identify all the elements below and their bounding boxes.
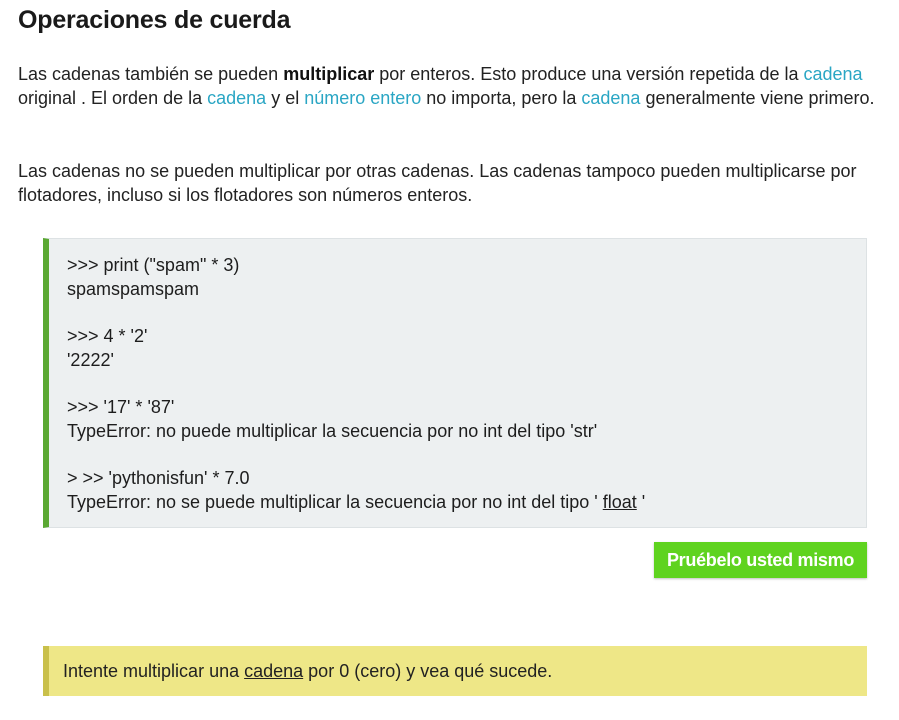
page-title: Operaciones de cuerda (18, 6, 291, 34)
code-line-str-times-str: >>> '17' * '87' (67, 397, 175, 417)
code-line-int-times-str: >>> 4 * '2' (67, 326, 148, 346)
hint-prefix: Intente multiplicar una (63, 661, 245, 681)
intro-bold-multiplicar: multiplicar (283, 64, 375, 84)
code-output-typeerror-float: TypeError: no se puede multiplicar la se… (67, 490, 645, 514)
hint-suffix: por 0 (cero) y vea qué sucede. (303, 661, 553, 681)
hint-text: Intente multiplicar una cadena por 0 (ce… (63, 659, 552, 683)
intro-text-5: no importa, pero la (421, 88, 582, 108)
lesson-page: Operaciones de cuerda Las cadenas tambié… (0, 0, 899, 720)
intro-text-1: Las cadenas también se pueden (18, 64, 284, 84)
typeerror-float-suffix: ' (636, 492, 646, 512)
intro-paragraph: Las cadenas también se pueden multiplica… (18, 62, 888, 110)
link-float[interactable]: float (603, 492, 637, 512)
try-it-yourself-button[interactable]: Pruébelo usted mismo (654, 542, 867, 578)
code-output-spam: spamspamspam (67, 279, 200, 299)
code-line-print: >>> print ("spam" * 3) (67, 255, 240, 275)
second-paragraph: Las cadenas no se pueden multiplicar por… (18, 161, 857, 205)
code-example-block: >>> print ("spam" * 3) spamspamspam >>> … (43, 238, 867, 528)
code-line-str-times-float: > >> 'pythonisfun' * 7.0 (67, 468, 250, 488)
hint-callout: Intente multiplicar una cadena por 0 (ce… (43, 646, 867, 696)
intro-text-2: por enteros. Esto produce una versión re… (374, 64, 804, 84)
intro-text-4: y el (266, 88, 305, 108)
link-cadena-2[interactable]: cadena (207, 88, 266, 108)
link-cadena-hint[interactable]: cadena (244, 661, 303, 681)
code-output-typeerror-str: TypeError: no puede multiplicar la secue… (67, 421, 598, 441)
intro-text-3: original . El orden de la (18, 88, 208, 108)
intro-text-6: generalmente viene primero. (640, 88, 875, 108)
link-cadena-3[interactable]: cadena (581, 88, 640, 108)
link-cadena-1[interactable]: cadena (804, 64, 863, 84)
typeerror-float-prefix: TypeError: no se puede multiplicar la se… (67, 492, 603, 512)
link-numero-entero[interactable]: número entero (304, 88, 421, 108)
code-output-2222: '2222' (67, 350, 114, 370)
